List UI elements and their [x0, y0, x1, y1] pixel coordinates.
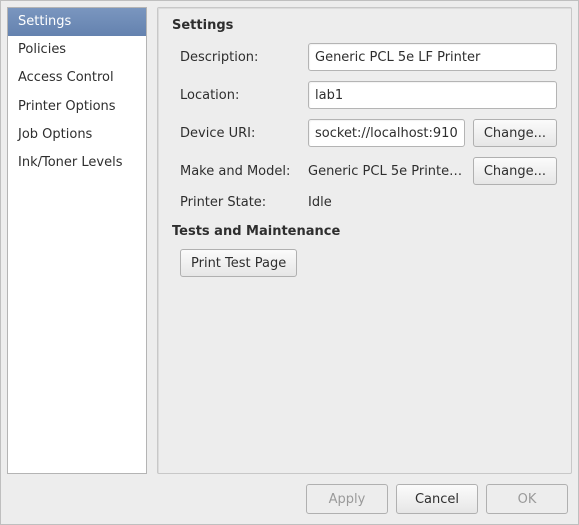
sidebar-item-policies[interactable]: Policies [8, 36, 146, 64]
sidebar-item-printer-options[interactable]: Printer Options [8, 93, 146, 121]
sidebar-item-label: Settings [18, 14, 71, 29]
description-input[interactable] [308, 43, 557, 71]
sidebar-item-ink-toner-levels[interactable]: Ink/Toner Levels [8, 149, 146, 177]
ok-button[interactable]: OK [486, 484, 568, 514]
make-model-value: Generic PCL 5e Printer -... [308, 164, 465, 179]
printer-properties-dialog: Settings Policies Access Control Printer… [0, 0, 579, 525]
main-panel: Settings Description: Location: Device U… [157, 7, 572, 474]
sidebar: Settings Policies Access Control Printer… [7, 7, 147, 474]
printer-state-value: Idle [308, 195, 465, 210]
settings-form: Description: Location: Device URI: Chang… [180, 43, 557, 210]
sidebar-item-label: Printer Options [18, 99, 116, 114]
cancel-button[interactable]: Cancel [396, 484, 478, 514]
change-device-uri-button[interactable]: Change... [473, 119, 557, 147]
change-make-model-button[interactable]: Change... [473, 157, 557, 185]
settings-section-title: Settings [172, 18, 557, 33]
sidebar-item-access-control[interactable]: Access Control [8, 64, 146, 92]
apply-button[interactable]: Apply [306, 484, 388, 514]
dialog-button-row: Apply Cancel OK [7, 474, 572, 518]
description-label: Description: [180, 50, 300, 65]
tests-section: Tests and Maintenance Print Test Page [172, 224, 557, 277]
location-input[interactable] [308, 81, 557, 109]
device-uri-input[interactable] [308, 119, 465, 147]
sidebar-item-label: Ink/Toner Levels [18, 155, 122, 170]
printer-state-label: Printer State: [180, 195, 300, 210]
content-row: Settings Policies Access Control Printer… [7, 7, 572, 474]
sidebar-item-label: Job Options [18, 127, 92, 142]
sidebar-item-settings[interactable]: Settings [8, 8, 146, 36]
location-label: Location: [180, 88, 300, 103]
tests-section-title: Tests and Maintenance [172, 224, 557, 239]
device-uri-label: Device URI: [180, 126, 300, 141]
make-model-label: Make and Model: [180, 164, 300, 179]
sidebar-item-label: Policies [18, 42, 66, 57]
sidebar-item-label: Access Control [18, 70, 114, 85]
sidebar-item-job-options[interactable]: Job Options [8, 121, 146, 149]
print-test-page-button[interactable]: Print Test Page [180, 249, 297, 277]
